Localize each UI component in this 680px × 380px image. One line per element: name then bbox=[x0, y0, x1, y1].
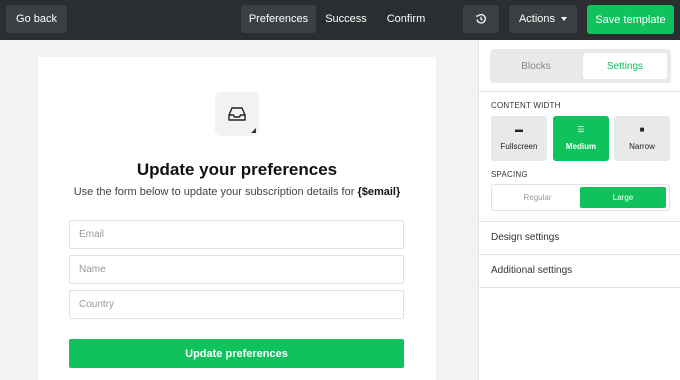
divider bbox=[479, 287, 680, 288]
spacing-regular[interactable]: Regular bbox=[495, 187, 580, 208]
additional-settings-row[interactable]: Additional settings bbox=[491, 265, 572, 276]
fullscreen-icon: ▬ bbox=[515, 125, 523, 134]
divider bbox=[479, 221, 680, 222]
save-template-button[interactable]: Save template bbox=[587, 5, 674, 34]
fullscreen-label: Fullscreen bbox=[500, 142, 538, 151]
name-placeholder: Name bbox=[79, 264, 106, 275]
actions-label: Actions bbox=[518, 13, 556, 25]
history-icon bbox=[476, 13, 486, 24]
spacing-toggle: Regular Large bbox=[491, 184, 670, 211]
email-field[interactable]: Email bbox=[69, 220, 404, 249]
email-variable: {$email} bbox=[357, 186, 401, 198]
go-back-button[interactable]: Go back bbox=[6, 5, 67, 33]
design-settings-row[interactable]: Design settings bbox=[491, 232, 559, 243]
email-placeholder: Email bbox=[79, 229, 105, 240]
tab-confirm[interactable]: Confirm bbox=[376, 5, 436, 33]
inbox-icon-tile[interactable] bbox=[215, 92, 259, 136]
page-title: Update your preferences bbox=[136, 160, 338, 179]
divider bbox=[479, 91, 680, 92]
content-width-medium[interactable]: ☰ Medium bbox=[553, 116, 609, 161]
divider bbox=[479, 254, 680, 255]
spacing-large[interactable]: Large bbox=[580, 187, 666, 208]
country-field[interactable]: Country bbox=[69, 290, 404, 319]
name-field[interactable]: Name bbox=[69, 255, 404, 284]
medium-icon: ☰ bbox=[577, 125, 585, 134]
subtitle-text: Use the form below to update your subscr… bbox=[73, 186, 355, 198]
page-subtitle: Use the form below to update your subscr… bbox=[38, 186, 436, 198]
history-button[interactable] bbox=[463, 5, 499, 33]
narrow-label: Narrow bbox=[629, 142, 655, 151]
content-width-fullscreen[interactable]: ▬ Fullscreen bbox=[491, 116, 547, 161]
medium-label: Medium bbox=[565, 142, 597, 151]
panel-tabs: Blocks Settings bbox=[490, 49, 671, 83]
chevron-down-icon bbox=[561, 17, 568, 21]
content-width-narrow[interactable]: ■ Narrow bbox=[614, 116, 670, 161]
country-placeholder: Country bbox=[79, 299, 115, 310]
update-preferences-button[interactable]: Update preferences bbox=[69, 339, 404, 368]
spacing-label: SPACING bbox=[491, 170, 528, 179]
tab-success[interactable]: Success bbox=[316, 5, 376, 33]
narrow-icon: ■ bbox=[639, 125, 645, 134]
actions-dropdown[interactable]: Actions bbox=[509, 5, 577, 33]
tab-settings[interactable]: Settings bbox=[583, 53, 667, 79]
content-width-label: CONTENT WIDTH bbox=[491, 101, 561, 110]
inbox-icon bbox=[228, 107, 246, 121]
tab-blocks[interactable]: Blocks bbox=[493, 53, 579, 79]
resize-handle-icon[interactable] bbox=[251, 128, 256, 133]
template-tabs: Preferences Success Confirm bbox=[241, 5, 436, 33]
tab-preferences[interactable]: Preferences bbox=[241, 5, 316, 33]
